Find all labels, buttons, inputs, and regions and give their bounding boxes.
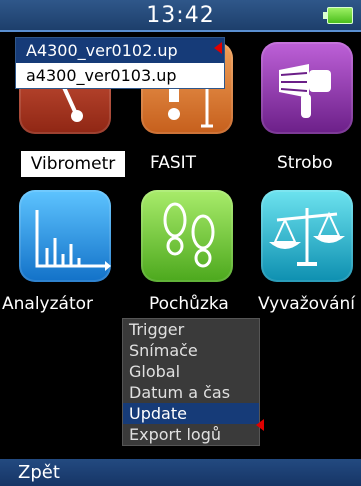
selection-marker-icon <box>256 419 264 431</box>
menu-item-update[interactable]: Update <box>123 403 259 424</box>
app-vyvazovani[interactable] <box>261 190 353 282</box>
status-bar: 13:42 <box>0 0 361 32</box>
menu-item-global[interactable]: Global <box>123 361 259 382</box>
file-item[interactable]: A4300_ver0102.up <box>16 38 224 63</box>
balance-scale-icon <box>269 208 345 266</box>
selection-marker-icon <box>214 42 222 54</box>
app-label-vyvazovani[interactable]: Vyvažování <box>258 294 355 314</box>
footprints-icon <box>163 202 215 268</box>
menu-item-trigger[interactable]: Trigger <box>123 319 259 340</box>
menu-item-datum[interactable]: Datum a čas <box>123 382 259 403</box>
settings-menu: Trigger Snímače Global Datum a čas Updat… <box>122 318 260 446</box>
app-strobo[interactable] <box>261 42 353 134</box>
battery-icon <box>323 7 353 24</box>
app-label-fasit[interactable]: FASIT <box>150 153 196 173</box>
file-item[interactable]: a4300_ver0103.up <box>16 63 224 88</box>
app-label-pochuzka[interactable]: Pochůzka <box>149 294 229 314</box>
app-label-strobo[interactable]: Strobo <box>277 153 333 173</box>
menu-item-export[interactable]: Export logů <box>123 424 259 445</box>
app-label-analyzator[interactable]: Analyzátor <box>2 294 93 314</box>
update-file-list: A4300_ver0102.up a4300_ver0103.up <box>15 37 225 89</box>
app-analyzator[interactable] <box>19 190 111 282</box>
menu-item-snimace[interactable]: Snímače <box>123 340 259 361</box>
app-pochuzka[interactable] <box>141 190 233 282</box>
clock: 13:42 <box>146 3 215 28</box>
stroboscope-icon <box>279 64 331 118</box>
back-button[interactable]: Zpět <box>18 462 60 483</box>
bottom-bar: Zpět <box>0 459 361 486</box>
app-label-vibrometr[interactable]: Vibrometr <box>21 151 125 177</box>
spectrum-chart-icon <box>35 210 111 271</box>
